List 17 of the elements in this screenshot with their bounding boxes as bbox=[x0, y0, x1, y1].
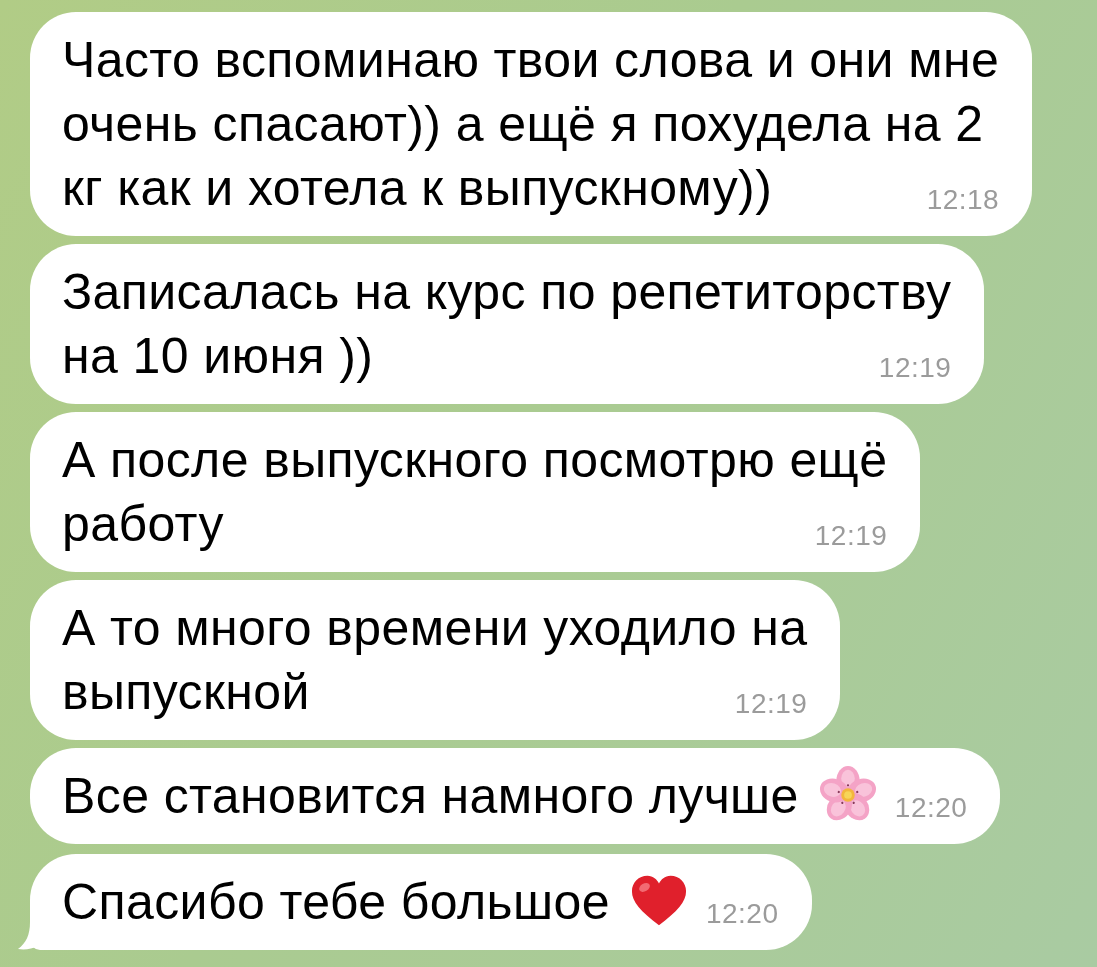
message-text: очень спасают)) а ещё я похудела на 2 bbox=[62, 95, 984, 154]
message-text: на 10 июня )) bbox=[62, 327, 374, 386]
message-text: работу bbox=[62, 495, 224, 554]
message-time: 12:18 bbox=[926, 186, 1000, 214]
message-text: А после выпускного посмотрю ещё bbox=[62, 431, 888, 490]
message-text: кг как и хотела к выпускному)) bbox=[62, 159, 773, 218]
message-text: А то много времени уходило на bbox=[62, 599, 808, 658]
message-text: Все становится намного лучше bbox=[62, 767, 799, 826]
message-text: Записалась на курс по репетиторству bbox=[62, 263, 952, 322]
message-time: 12:19 bbox=[878, 354, 952, 382]
message-time: 12:19 bbox=[814, 522, 888, 550]
message-time: 12:20 bbox=[894, 794, 968, 822]
message-time: 12:19 bbox=[734, 690, 808, 718]
message-text: Часто вспоминаю твои слова и они мне bbox=[62, 31, 1000, 90]
message-text: Спасибо тебе большое bbox=[62, 873, 610, 932]
message-time: 12:20 bbox=[705, 900, 779, 928]
message-text: выпускной bbox=[62, 663, 310, 722]
